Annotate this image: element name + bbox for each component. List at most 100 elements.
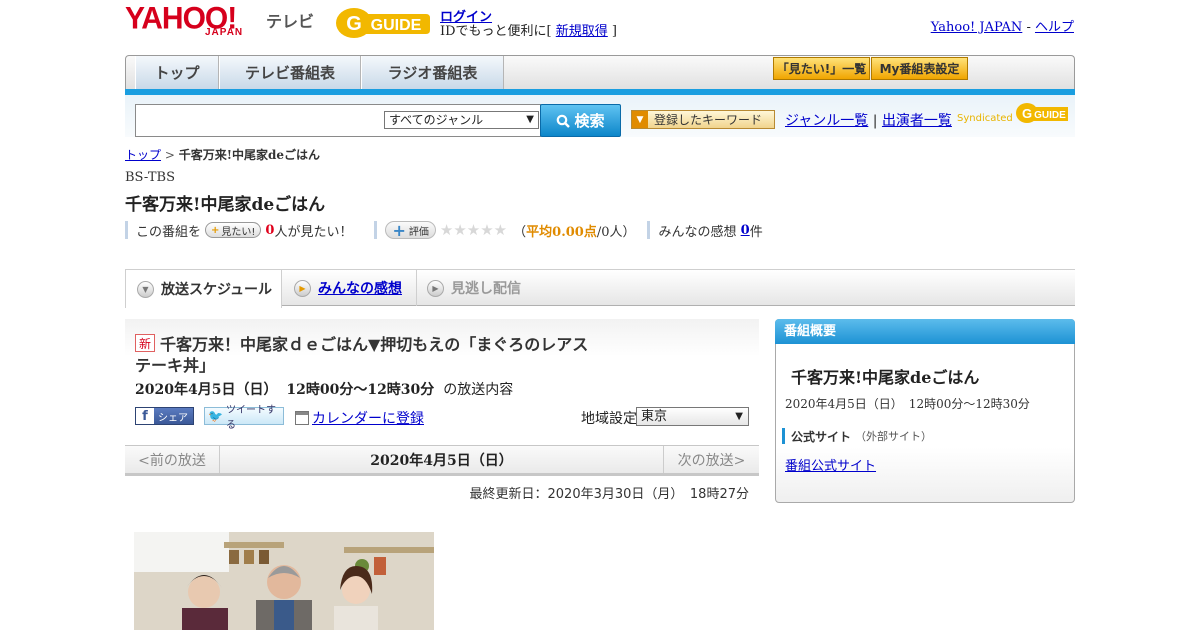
tab-schedule-label: 放送スケジュール [161, 282, 273, 298]
nav-tab-top[interactable]: トップ [135, 56, 219, 89]
tab-vod-label: 見逃し配信 [451, 281, 521, 297]
region-select-value: 東京 [641, 409, 668, 424]
program-photo-image [134, 532, 434, 630]
tweet-button[interactable]: 🐦 ツイートする [204, 405, 284, 431]
tweet-label: ツイートする [225, 405, 276, 431]
channel-name: BS-TBS [125, 170, 175, 185]
stats-divider [125, 221, 128, 239]
overview-title: 千客万来!中尾家deごはん [791, 368, 980, 387]
tab-reviews-label[interactable]: みんなの感想 [318, 278, 402, 298]
episode-date: 2020年4月5日（日） [135, 382, 278, 398]
rating-stars: ★★★★★ [439, 221, 508, 239]
search-button[interactable]: 検索 [540, 104, 621, 137]
yahoo-japan-logo-text: JAPAN [205, 27, 244, 38]
id-text-end: ] [607, 24, 617, 39]
prev-broadcast-button[interactable]: <前の放送 [125, 446, 220, 473]
genre-select[interactable]: すべてのジャンル ▼ [384, 111, 539, 129]
current-broadcast-date: 2020年4月5日（日） [370, 452, 513, 469]
top-links: Yahoo! JAPAN - ヘルプ [931, 16, 1074, 35]
nav-tab-radio-schedule[interactable]: ラジオ番組表 [361, 56, 504, 89]
performer-list-link[interactable]: 出演者一覧 [882, 113, 952, 129]
region-label: 地域設定 [581, 411, 637, 427]
episode-title: 千客万来！中尾家ｄｅごはん▼押切もえの「まぐろのレアステーキ丼」 [135, 335, 589, 375]
official-site-label: 公式サイト [791, 429, 852, 444]
registered-keyword-button[interactable]: ▼ 登録したキーワード [631, 110, 775, 129]
episode-time: 12時00分～12時30分 [286, 382, 435, 398]
tab-reviews[interactable]: ▶ みんなの感想 [282, 270, 417, 306]
program-overview-heading: 番組概要 [775, 319, 1075, 344]
breadcrumb-current: 千客万来!中尾家deごはん [178, 148, 320, 162]
facebook-icon: f [136, 408, 154, 424]
stats-divider [374, 221, 378, 239]
signup-link[interactable]: 新規取得 [556, 24, 608, 39]
yahoo-japan-link[interactable]: Yahoo! JAPAN [931, 20, 1023, 35]
rate-button[interactable]: + 評価 [385, 220, 436, 240]
tv-logo-text[interactable]: テレビ [266, 8, 314, 32]
avg-score: 平均0.00点 [526, 224, 597, 240]
syndicated-text: Syndicated [957, 112, 1013, 124]
region-select[interactable]: 東京 ▼ [636, 407, 749, 426]
mitai-count: 0 [265, 222, 275, 238]
top-links-sep: - [1022, 20, 1035, 35]
twitter-bird-icon: 🐦 [208, 409, 223, 423]
tab-vod: ▶ 見逃し配信 [417, 270, 537, 306]
select-arrow-icon: ▼ [526, 114, 534, 125]
review-label: みんなの感想 [658, 224, 737, 240]
dropdown-arrow-icon: ▼ [632, 111, 648, 128]
tab-schedule[interactable]: ▼ 放送スケジュール [125, 270, 282, 308]
mitai-button-label: 見たい! [221, 226, 256, 238]
svg-text:GUIDE: GUIDE [371, 17, 422, 34]
facebook-share-label: シェア [158, 412, 188, 424]
genre-list-link[interactable]: ジャンル一覧 [785, 113, 868, 129]
breadcrumb: トップ > 千客万来!中尾家deごはん [125, 146, 320, 163]
calendar-register[interactable]: カレンダーに登録 [295, 408, 424, 428]
facebook-share-button[interactable]: f シェア [135, 407, 194, 425]
avg-close: /0人） [596, 224, 636, 240]
gguide-logo-icon: G GUIDE [336, 8, 430, 38]
breadcrumb-sep: > [161, 148, 179, 162]
episode-datetime: 2020年4月5日（日） 12時00分～12時30分 の放送内容 [135, 379, 513, 399]
official-site-link[interactable]: 番組公式サイト [785, 455, 876, 474]
official-site-section: 公式サイト （外部サイト） [782, 428, 932, 444]
calendar-icon [295, 411, 309, 425]
review-suffix: 件 [749, 224, 763, 240]
external-site-note: （外部サイト） [855, 430, 933, 443]
plus-icon: + [211, 224, 220, 236]
gguide-logo[interactable]: G GUIDE [334, 6, 432, 40]
search-button-label: 検索 [574, 112, 605, 130]
search-icon [557, 114, 571, 128]
next-broadcast-button[interactable]: 次の放送> [663, 446, 759, 473]
chevron-down-icon: ▼ [137, 280, 154, 298]
help-link[interactable]: ヘルプ [1035, 20, 1074, 35]
gguide-small-icon: G GUIDE [1015, 103, 1068, 123]
overview-datetime: 2020年4月5日（日） 12時00分～12時30分 [785, 397, 1030, 411]
id-signup-line: IDでもっと便利に[ 新規取得 ] [440, 20, 617, 39]
calendar-link[interactable]: カレンダーに登録 [312, 408, 424, 428]
rate-button-label: 評価 [408, 226, 429, 238]
nav-tab-tv-schedule[interactable]: テレビ番組表 [219, 56, 361, 89]
chevron-right-icon: ▶ [427, 279, 444, 297]
review-count-link[interactable]: 0 [741, 223, 750, 238]
genre-links: ジャンル一覧 | 出演者一覧 [785, 110, 952, 130]
svg-text:G: G [1022, 106, 1032, 121]
id-text: IDでもっと便利に[ [440, 24, 556, 39]
breadcrumb-top-link[interactable]: トップ [125, 148, 161, 162]
stats-divider [647, 221, 651, 239]
svg-text:G: G [346, 13, 362, 35]
svg-text:GUIDE: GUIDE [1034, 110, 1066, 121]
last-updated: 最終更新日：2020年3月30日（月） 18時27分 [469, 487, 749, 502]
stats-prefix: この番組を [136, 224, 202, 240]
my-schedule-button[interactable]: My番組表設定 [871, 57, 968, 80]
plus-icon: + [392, 220, 406, 240]
program-photo [134, 532, 434, 630]
keyword-button-label: 登録したキーワード [654, 113, 763, 127]
chevron-right-icon: ▶ [294, 279, 311, 297]
mitai-list-button[interactable]: 「見たい!」一覧 [773, 57, 870, 80]
page-title: 千客万来!中尾家deごはん [125, 195, 326, 215]
syndicated-gguide-logo: Syndicated G GUIDE [957, 101, 1071, 125]
new-badge: 新 [135, 334, 155, 352]
mitai-button[interactable]: + 見たい! [205, 222, 262, 238]
select-arrow-icon: ▼ [735, 411, 743, 422]
genre-select-value: すべてのジャンル [389, 113, 484, 127]
episode-suffix: の放送内容 [443, 382, 514, 398]
